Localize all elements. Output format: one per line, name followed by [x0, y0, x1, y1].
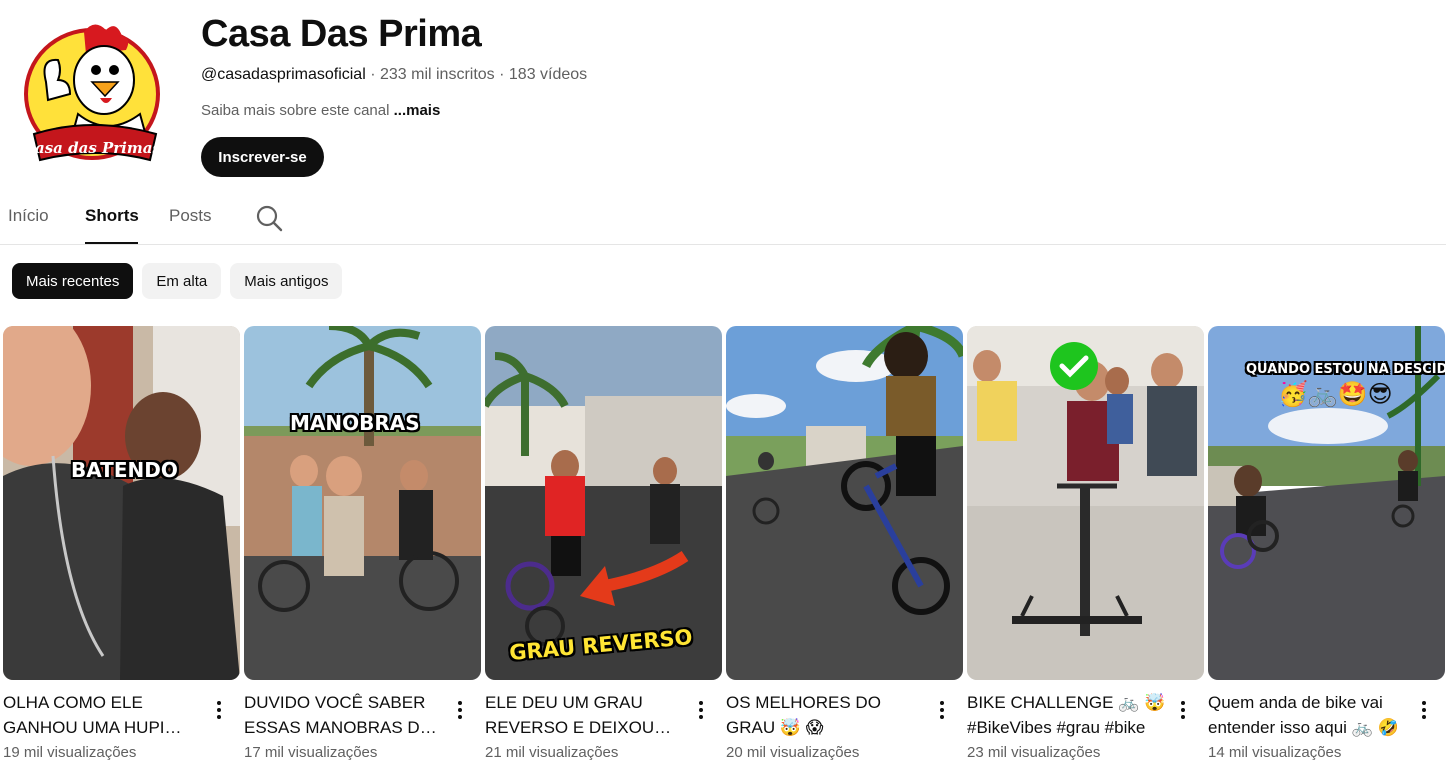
short-title[interactable]: OLHA COMO ELE GANHOU UMA HUPI BIKE [3, 690, 203, 740]
chip-mais-recentes[interactable]: Mais recentes [12, 263, 134, 299]
short-title[interactable]: DUVIDO VOCÊ SABER ESSAS MANOBRAS DE BIKE [244, 690, 444, 740]
channel-about-link[interactable]: Saiba mais sobre este canal ...mais [201, 102, 440, 119]
thumbnail-overlay-text: BATENDO [71, 458, 178, 482]
short-card[interactable]: BATENDO OLHA COMO ELE GANHOU UMA HUPI BI… [3, 326, 240, 772]
short-card[interactable]: MANOBRAS DUVIDO VOCÊ SABER ESSAS MANOBRA… [244, 326, 481, 772]
short-card[interactable]: OS MELHORES DO GRAU 🤯 😱 20 mil visualiza… [726, 326, 963, 772]
short-title[interactable]: Quem anda de bike vai entender isso aqui… [1208, 690, 1408, 740]
short-thumbnail[interactable]: QUANDO ESTOU NA DESCIDA 🥳🚲🤩😎 [1208, 326, 1445, 680]
short-views: 14 mil visualizações [1208, 744, 1342, 761]
more-options-icon[interactable] [932, 698, 952, 722]
sort-chips: Mais recentes Em alta Mais antigos [12, 263, 343, 299]
more-options-icon[interactable] [1414, 698, 1434, 722]
about-text: Saiba mais sobre este canal [201, 102, 390, 119]
search-icon[interactable] [255, 204, 283, 232]
chip-mais-antigos[interactable]: Mais antigos [230, 263, 343, 299]
more-options-icon[interactable] [209, 698, 229, 722]
channel-tabs: Início Shorts Posts [0, 194, 1446, 245]
more-options-icon[interactable] [691, 698, 711, 722]
short-title[interactable]: ELE DEU UM GRAU REVERSO E DEIXOU TODO MU… [485, 690, 685, 740]
meta-separator: · [494, 66, 509, 83]
subscriber-count: 233 mil inscritos [379, 66, 495, 83]
channel-name: Casa Das Prima [201, 13, 482, 55]
active-tab-indicator [85, 242, 138, 244]
more-options-icon[interactable] [1173, 698, 1193, 722]
short-title[interactable]: OS MELHORES DO GRAU 🤯 😱 [726, 690, 926, 740]
tab-posts[interactable]: Posts [169, 206, 212, 226]
channel-handle: @casadasprimasoficial [201, 66, 366, 83]
short-card[interactable]: BIKE CHALLENGE 🚲 🤯 #BikeVibes #grau #bik… [967, 326, 1204, 772]
svg-text:Casa das Primas: Casa das Primas [23, 139, 161, 157]
channel-meta: @casadasprimasoficial · 233 mil inscrito… [201, 66, 587, 84]
short-views: 23 mil visualizações [967, 744, 1101, 761]
short-thumbnail[interactable] [726, 326, 963, 680]
short-thumbnail[interactable] [967, 326, 1204, 680]
short-views: 17 mil visualizações [244, 744, 378, 761]
thumbnail-overlay-text: QUANDO ESTOU NA DESCIDA [1246, 362, 1445, 377]
short-views: 19 mil visualizações [3, 744, 137, 761]
short-views: 20 mil visualizações [726, 744, 860, 761]
video-count: 183 vídeos [508, 66, 588, 83]
short-views: 21 mil visualizações [485, 744, 619, 761]
more-options-icon[interactable] [450, 698, 470, 722]
short-card[interactable]: GRAU REVERSO ELE DEU UM GRAU REVERSO E D… [485, 326, 722, 772]
channel-header: Casa das Primas Casa Das Prima @casadasp… [0, 0, 1446, 190]
thumbnail-emoji: 🥳🚲🤩😎 [1278, 381, 1393, 408]
chip-em-alta[interactable]: Em alta [142, 263, 222, 299]
chicken-logo-icon: Casa das Primas [23, 24, 161, 162]
channel-avatar[interactable]: Casa das Primas [22, 22, 162, 177]
about-more[interactable]: ...mais [394, 102, 441, 119]
short-thumbnail[interactable]: BATENDO [3, 326, 240, 680]
meta-separator: · [365, 66, 380, 83]
thumbnail-overlay-text: MANOBRAS [290, 411, 420, 435]
subscribe-button[interactable]: Inscrever-se [201, 137, 324, 177]
short-thumbnail[interactable]: GRAU REVERSO [485, 326, 722, 680]
tab-shorts[interactable]: Shorts [85, 206, 139, 226]
tab-inicio[interactable]: Início [8, 206, 49, 226]
short-title[interactable]: BIKE CHALLENGE 🚲 🤯 #BikeVibes #grau #bik… [967, 690, 1167, 740]
short-card[interactable]: QUANDO ESTOU NA DESCIDA 🥳🚲🤩😎 Quem anda d… [1208, 326, 1445, 772]
short-thumbnail[interactable]: MANOBRAS [244, 326, 481, 680]
shorts-grid: BATENDO OLHA COMO ELE GANHOU UMA HUPI BI… [3, 326, 1445, 772]
